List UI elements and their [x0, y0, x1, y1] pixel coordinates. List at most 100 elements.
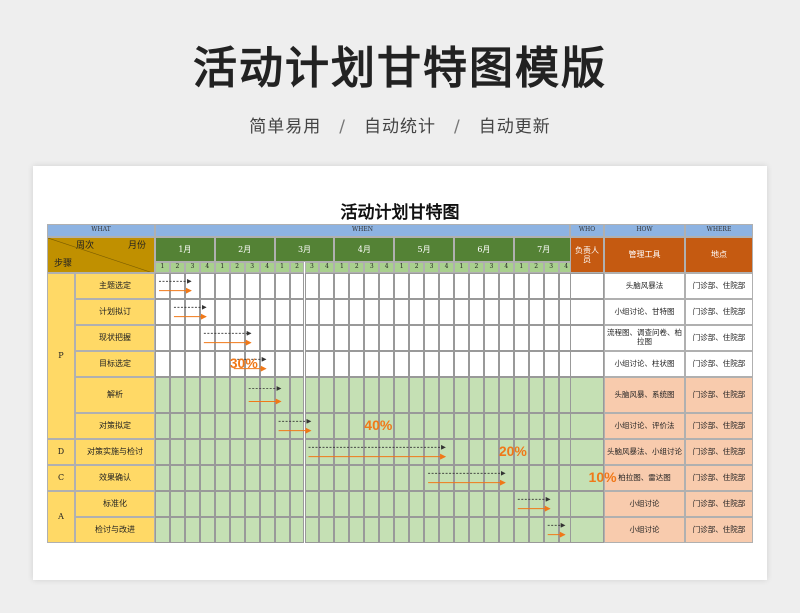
week-cell: [319, 465, 335, 491]
week-cell: [468, 439, 484, 465]
place-cell: 门诊部、住院部: [685, 351, 753, 377]
week-header: 3: [424, 262, 440, 273]
week-cell: [229, 273, 245, 299]
tool-cell: 头脑风暴法、小组讨论: [604, 439, 685, 465]
week-cell: [468, 465, 484, 491]
week-cell: [498, 491, 514, 517]
week-cell: [334, 491, 350, 517]
week-cell: [304, 351, 320, 377]
week-cell: [543, 273, 559, 299]
week-cell: [259, 325, 275, 351]
week-cell: [439, 377, 454, 413]
task-name: 解析: [75, 377, 155, 413]
week-cell: [349, 377, 365, 413]
week-cell: [229, 491, 245, 517]
week-cell: [155, 351, 170, 377]
week-cell: [244, 299, 260, 325]
section-how: HOW: [604, 224, 685, 237]
week-header: 1: [214, 262, 230, 273]
week-cell: [319, 413, 335, 439]
week-cell: [289, 465, 305, 491]
week-cell: [364, 273, 380, 299]
month-header: 6月: [454, 237, 514, 262]
week-cell: [184, 517, 200, 543]
week-cell: [349, 465, 365, 491]
tool-cell: 小组讨论、甘特图: [604, 299, 685, 325]
week-header: 3: [304, 262, 320, 273]
owner-cell: [570, 351, 604, 377]
page-subtitle: 简单易用 / 自动统计 / 自动更新: [0, 112, 800, 137]
week-cell: [409, 439, 425, 465]
subtitle-item: 简单易用: [249, 117, 322, 137]
week-cell: [169, 439, 185, 465]
tool-cell: 小组讨论: [604, 517, 685, 543]
week-cell: [169, 273, 185, 299]
week-cell: [229, 439, 245, 465]
week-cell: [274, 439, 290, 465]
task-name: 对策拟定: [75, 413, 155, 439]
week-cell: [334, 465, 350, 491]
week-cell: [409, 325, 425, 351]
week-cell: [364, 377, 380, 413]
week-cell: [169, 325, 185, 351]
place-cell: 门诊部、住院部: [685, 439, 753, 465]
week-cell: [259, 439, 275, 465]
week-cell: [199, 517, 215, 543]
week-cell: [543, 299, 559, 325]
week-cell: [274, 351, 290, 377]
week-cell: [528, 325, 544, 351]
week-cell: [334, 413, 350, 439]
task-name: 现状把握: [75, 325, 155, 351]
week-cell: [214, 351, 230, 377]
week-cell: [244, 377, 260, 413]
week-cell: [379, 273, 395, 299]
week-cell: [379, 465, 395, 491]
week-cell: [289, 351, 305, 377]
section-who: WHO: [570, 224, 604, 237]
task-name: 检讨与改进: [75, 517, 155, 543]
week-cell: [528, 439, 544, 465]
week-cell: [364, 465, 380, 491]
month-header: 1月: [155, 237, 215, 262]
owner-cell: [570, 299, 604, 325]
week-cell: [289, 273, 305, 299]
week-cell: [513, 273, 529, 299]
week-cell: [424, 273, 440, 299]
week-cell: [543, 325, 559, 351]
week-cell: [394, 439, 410, 465]
week-cell: [304, 325, 320, 351]
subtitle-item: 自动统计: [364, 117, 436, 137]
section-when: WHEN: [155, 224, 570, 237]
place-cell: 门诊部、住院部: [685, 325, 753, 351]
week-cell: [155, 413, 170, 439]
week-cell: [274, 273, 290, 299]
week-header: 3: [483, 262, 499, 273]
week-cell: [244, 439, 260, 465]
week-cell: [468, 413, 484, 439]
week-cell: [394, 491, 410, 517]
week-cell: [379, 325, 395, 351]
place-cell: 门诊部、住院部: [685, 299, 753, 325]
week-cell: [483, 517, 499, 543]
week-cell: [214, 273, 230, 299]
week-cell: [498, 351, 514, 377]
week-cell: [169, 465, 185, 491]
week-cell: [439, 491, 454, 517]
week-cell: [184, 325, 200, 351]
week-cell: [334, 377, 350, 413]
week-cell: [513, 491, 529, 517]
week-cell: [454, 325, 469, 351]
week-cell: [155, 517, 170, 543]
week-cell: [349, 299, 365, 325]
week-cell: [229, 377, 245, 413]
week-cell: [304, 465, 320, 491]
week-cell: [364, 351, 380, 377]
week-cell: [498, 273, 514, 299]
week-cell: [394, 273, 410, 299]
owner-cell: [570, 377, 604, 413]
week-cell: [364, 299, 380, 325]
week-cell: [229, 465, 245, 491]
week-cell: [409, 491, 425, 517]
percent-label: 20%: [498, 443, 527, 459]
week-cell: [513, 517, 529, 543]
